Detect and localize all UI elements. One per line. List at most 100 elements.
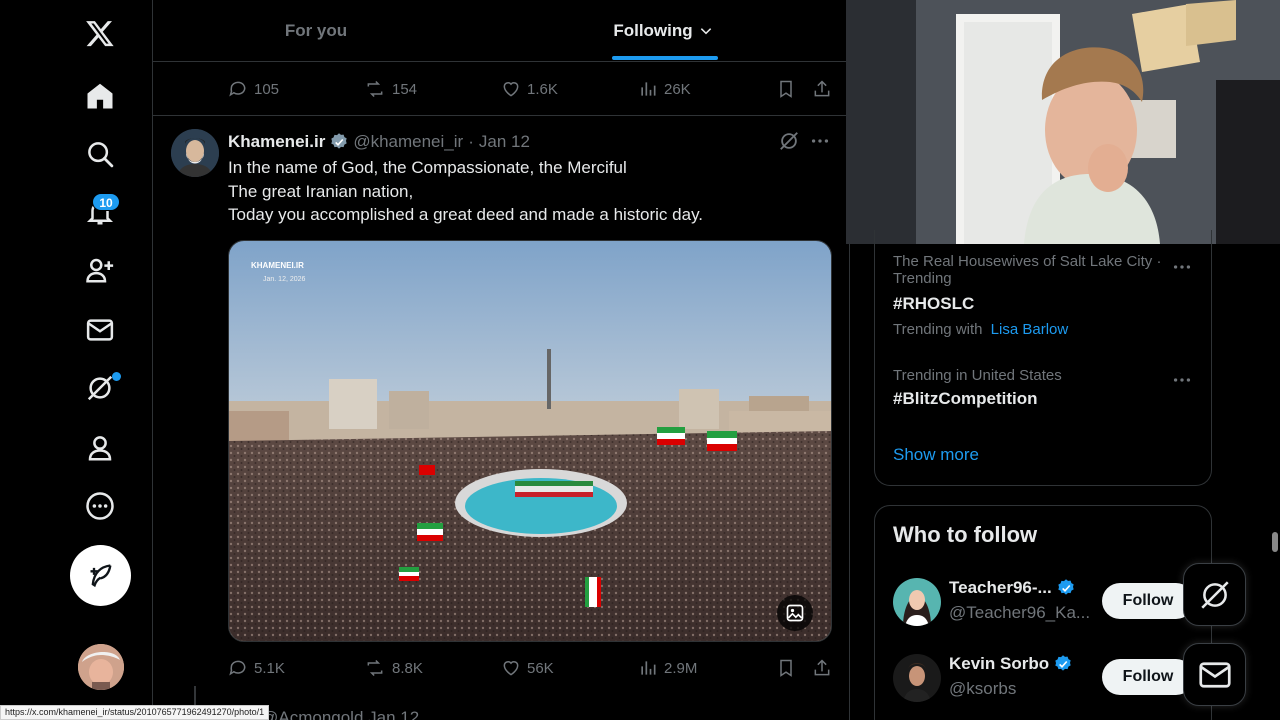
- tweet-line: The great Iranian nation,: [228, 181, 414, 201]
- edit-image-button[interactable]: [777, 595, 813, 631]
- trend-meta: Trending in United States: [893, 367, 1062, 384]
- trending-with-link[interactable]: Lisa Barlow: [991, 321, 1069, 338]
- page-scrollbar[interactable]: [1272, 532, 1278, 552]
- repost-icon: [364, 79, 386, 99]
- repost-button[interactable]: 154: [364, 74, 417, 104]
- grok-icon: [1198, 578, 1232, 612]
- more-options-icon[interactable]: [809, 130, 831, 152]
- repost-icon: [364, 658, 386, 678]
- tweet-actions: 5.1K 8.8K 56K 2.9M: [228, 653, 838, 683]
- trend-meta-line: Trending: [893, 270, 952, 287]
- next-tweet-handle[interactable]: @Acmongold: [261, 708, 363, 720]
- like-button[interactable]: 1.6K: [501, 74, 558, 104]
- tweet-author-avatar[interactable]: [171, 129, 219, 177]
- timeline-column: 105 154 1.6K 26K Khamenei.ir @khamenei_i…: [152, 0, 850, 720]
- more-options-icon: [1171, 256, 1193, 278]
- bookmark-button[interactable]: [776, 653, 796, 683]
- chevron-down-icon: [699, 24, 713, 38]
- trend-meta: The Real Housewives of Salt Lake City · …: [893, 253, 1161, 287]
- views-button[interactable]: 26K: [638, 74, 691, 104]
- nav-follow[interactable]: [70, 240, 130, 300]
- trend-meta-line: The Real Housewives of Salt Lake City ·: [893, 253, 1162, 270]
- tweet-line: In the name of God, the Compassionate, t…: [228, 158, 627, 177]
- webcam-video-image: [846, 0, 1280, 244]
- bookmark-button[interactable]: [776, 74, 796, 104]
- tweet-line: Today you accomplished a great deed and …: [228, 205, 704, 224]
- show-more-link[interactable]: Show more: [893, 445, 979, 465]
- user-name[interactable]: Teacher96-...: [949, 578, 1076, 598]
- tweet-author-name[interactable]: Khamenei.ir: [228, 132, 325, 152]
- repost-count: 154: [392, 80, 418, 98]
- views-chart-icon: [638, 79, 658, 99]
- bookmark-icon: [776, 79, 796, 99]
- grok-explain-icon[interactable]: [778, 130, 800, 152]
- prev-tweet-actions: 105 154 1.6K 26K: [228, 74, 838, 104]
- user-avatar[interactable]: [893, 578, 941, 626]
- mail-icon: [85, 315, 115, 345]
- home-icon: [85, 81, 115, 111]
- webcam-overlay: [846, 0, 1280, 244]
- trend-more-button[interactable]: [1171, 256, 1193, 278]
- like-button[interactable]: 56K: [501, 653, 554, 683]
- tweet[interactable]: Khamenei.ir @khamenei_ir · Jan 12 In the…: [153, 116, 849, 720]
- more-circle-icon: [85, 491, 115, 521]
- tweet-separator: ·: [468, 132, 474, 151]
- trend-title[interactable]: #RHOSLC: [893, 294, 974, 314]
- user-name-text: Teacher96-...: [949, 578, 1052, 597]
- share-icon: [812, 79, 832, 99]
- active-tab-indicator: [612, 56, 718, 60]
- like-count: 56K: [527, 659, 554, 677]
- views-button[interactable]: 2.9M: [638, 653, 697, 683]
- nav-grok[interactable]: [70, 358, 130, 418]
- grok-notification-dot: [112, 372, 121, 381]
- feather-icon: [87, 562, 115, 590]
- verified-badge-icon: [329, 132, 349, 152]
- share-button[interactable]: [812, 74, 832, 104]
- heart-icon: [501, 658, 521, 678]
- x-logo-link[interactable]: [70, 3, 130, 63]
- search-icon: [85, 139, 115, 169]
- bookmark-icon: [776, 658, 796, 678]
- nav-home[interactable]: [70, 66, 130, 126]
- tweet-photo[interactable]: KHAMENEI.IR Jan. 12, 2026: [228, 240, 832, 642]
- views-count: 26K: [664, 80, 691, 98]
- reply-icon: [228, 658, 248, 678]
- left-navigation: 10: [0, 0, 152, 720]
- next-tweet-date[interactable]: Jan 12: [368, 708, 419, 720]
- x-logo-icon: [85, 18, 115, 48]
- nav-messages[interactable]: [70, 300, 130, 360]
- grok-float-button[interactable]: [1183, 563, 1246, 626]
- browser-url-status: https://x.com/khamenei_ir/status/2010765…: [0, 705, 270, 720]
- who-to-follow-panel: Who to follow Teacher96-... @Teacher96_K…: [874, 505, 1212, 720]
- tweet-text: In the name of God, the Compassionate, t…: [228, 156, 828, 227]
- user-avatar[interactable]: [893, 654, 941, 702]
- tab-for-you[interactable]: For you: [153, 0, 479, 62]
- account-avatar[interactable]: [78, 644, 124, 690]
- reply-button[interactable]: 105: [228, 74, 279, 104]
- who-to-follow-title: Who to follow: [893, 522, 1038, 547]
- tab-following[interactable]: Following: [613, 0, 713, 62]
- mail-icon: [1197, 657, 1233, 693]
- add-person-icon: [85, 255, 115, 285]
- user-name[interactable]: Kevin Sorbo: [949, 654, 1073, 674]
- nav-profile[interactable]: [70, 418, 130, 478]
- follow-button[interactable]: Follow: [1102, 583, 1194, 619]
- post-button[interactable]: [70, 545, 131, 606]
- user-name-text: Kevin Sorbo: [949, 654, 1050, 673]
- profile-icon: [85, 433, 115, 463]
- heart-icon: [501, 79, 521, 99]
- messages-float-button[interactable]: [1183, 643, 1246, 706]
- share-button[interactable]: [812, 653, 832, 683]
- notifications-badge: 10: [92, 193, 120, 211]
- trend-more-button[interactable]: [1171, 369, 1193, 391]
- reply-button[interactable]: 5.1K: [228, 653, 285, 683]
- tweet-author-handle[interactable]: @khamenei_ir: [353, 132, 463, 152]
- repost-button[interactable]: 8.8K: [364, 653, 423, 683]
- nav-explore[interactable]: [70, 124, 130, 184]
- trend-title[interactable]: #BlitzCompetition: [893, 389, 1038, 409]
- nav-more[interactable]: [70, 476, 130, 536]
- follow-button[interactable]: Follow: [1102, 659, 1194, 695]
- tweet-date[interactable]: Jan 12: [479, 132, 530, 152]
- more-options-icon: [1171, 369, 1193, 391]
- nav-notifications[interactable]: [70, 182, 130, 242]
